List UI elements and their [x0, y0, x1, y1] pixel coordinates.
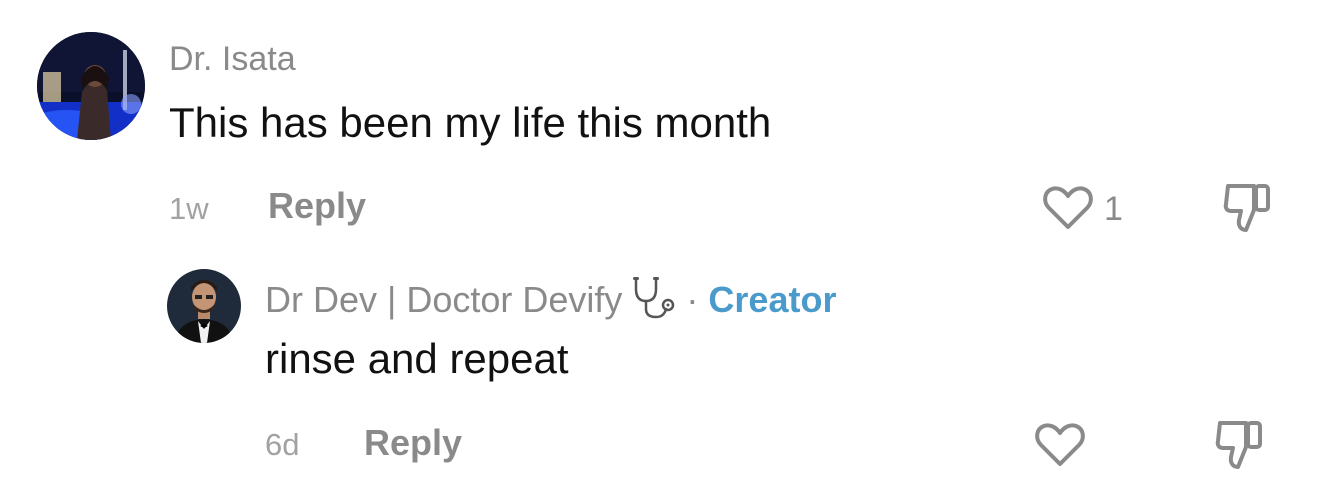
dislike-button[interactable] [1214, 417, 1266, 471]
reply-username[interactable]: Dr Dev | Doctor Devify [265, 282, 622, 318]
dislike-button[interactable] [1222, 180, 1274, 234]
reply-author-row: Dr Dev | Doctor Devify · Creator [265, 275, 836, 325]
like-button[interactable] [1034, 420, 1086, 468]
thumbs-down-outline-icon [1223, 184, 1270, 232]
heart-outline-icon [1035, 423, 1085, 466]
avatar[interactable] [167, 269, 241, 343]
avatar[interactable] [37, 32, 145, 140]
reply-button[interactable]: Reply [268, 188, 366, 224]
reply-text: rinse and repeat [265, 335, 569, 382]
like-button[interactable] [1042, 183, 1094, 231]
comment-username[interactable]: Dr. Isata [169, 42, 296, 76]
like-count: 1 [1104, 190, 1123, 228]
separator-dot: · [686, 279, 699, 320]
reply-button[interactable]: Reply [364, 425, 462, 461]
thumbs-down-outline-icon [1215, 421, 1262, 469]
comment-text: This has been my life this month [169, 99, 772, 146]
creator-badge: Creator [708, 279, 837, 320]
reply-timestamp: 6d [265, 427, 300, 462]
heart-outline-icon [1043, 186, 1093, 229]
avatar-photo [167, 269, 241, 343]
stethoscope-icon [630, 275, 678, 325]
comment-timestamp: 1w [169, 191, 209, 226]
avatar-photo [37, 32, 145, 140]
